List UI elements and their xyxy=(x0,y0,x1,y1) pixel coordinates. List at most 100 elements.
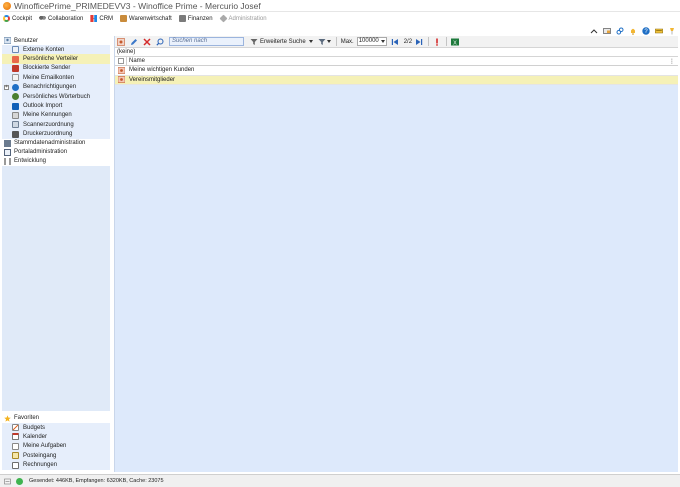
dictionary-icon xyxy=(12,93,19,101)
sidebar-item-label: Benachrichtigungen xyxy=(23,84,77,91)
edit-pencil-icon[interactable] xyxy=(130,38,138,46)
row-name: Vereinsmitglieder xyxy=(129,76,176,83)
sidebar-item-druckerzuordnung[interactable]: Druckerzuordnung xyxy=(2,130,110,139)
menu-administration[interactable]: Administration xyxy=(219,14,267,23)
menu-crm-label: CRM xyxy=(99,15,114,22)
chart-icon xyxy=(12,424,19,432)
external-accounts-icon xyxy=(12,46,19,54)
first-page-icon[interactable] xyxy=(391,38,399,46)
new-record-icon[interactable] xyxy=(117,37,125,46)
bell-icon[interactable] xyxy=(629,27,637,35)
administration-icon xyxy=(219,14,227,23)
last-page-icon[interactable] xyxy=(415,38,423,46)
pin-icon[interactable] xyxy=(668,27,676,35)
tasks-icon xyxy=(12,442,19,450)
group-benutzer[interactable]: Benutzer xyxy=(2,36,110,45)
info-icon xyxy=(12,83,19,91)
sidebar-item-meine-emailkonten[interactable]: Meine Emailkonten xyxy=(2,73,110,82)
collaboration-icon xyxy=(39,15,47,22)
advanced-search-button[interactable]: Erweiterte Suche xyxy=(260,39,306,45)
filter-row[interactable]: (keine) xyxy=(115,48,678,57)
group-label: Portaladministration xyxy=(14,149,68,156)
link-icon[interactable] xyxy=(616,27,624,35)
monitor-icon xyxy=(4,148,11,156)
expand-toggle[interactable]: + xyxy=(4,84,9,90)
menu-collaboration-label: Collaboration xyxy=(48,15,84,22)
group-portaladministration[interactable]: Portaladministration xyxy=(2,148,110,157)
favoriten-items: Budgets Kalender Meine Aufgaben Posteing… xyxy=(2,422,110,470)
sidebar-item-label: Persönliche Verteiler xyxy=(23,56,79,63)
favorite-item-posteingang[interactable]: Posteingang xyxy=(2,451,110,460)
favorite-item-label: Kalender xyxy=(23,433,48,440)
id-badge-icon xyxy=(12,111,19,119)
column-menu-icon[interactable]: ⋮ xyxy=(669,58,675,65)
cockpit-icon xyxy=(3,15,10,22)
navigation-empty-area xyxy=(2,165,110,411)
email-account-icon xyxy=(12,74,19,82)
crm-icon xyxy=(90,15,98,22)
menu-collaboration[interactable]: Collaboration xyxy=(39,15,83,22)
favorite-item-rechnungen[interactable]: Rechnungen xyxy=(2,460,110,469)
keyboard-icon[interactable] xyxy=(655,27,663,35)
benutzer-items: Externe Konten Persönliche Verteiler Blo… xyxy=(2,45,110,139)
menu-administration-label: Administration xyxy=(228,15,267,22)
master-data-icon xyxy=(4,139,11,147)
favorite-item-meine-aufgaben[interactable]: Meine Aufgaben xyxy=(2,442,110,451)
sidebar-item-externe-konten[interactable]: Externe Konten xyxy=(2,45,110,54)
menu-crm[interactable]: CRM xyxy=(90,15,113,22)
sync-icon[interactable] xyxy=(4,478,11,485)
chevron-down-icon[interactable] xyxy=(308,40,313,43)
exclamation-icon[interactable] xyxy=(433,38,441,46)
favorite-item-label: Rechnungen xyxy=(23,462,58,469)
group-entwicklung[interactable]: Entwicklung xyxy=(2,157,110,166)
inbox-icon xyxy=(12,452,19,460)
sidebar-item-outlook-import[interactable]: Outlook Import xyxy=(2,101,110,110)
help-icon[interactable]: ? xyxy=(642,27,650,35)
user-group-icon xyxy=(3,37,12,44)
column-header-name[interactable]: Name xyxy=(127,58,145,64)
sidebar-item-benachrichtigungen[interactable]: + Benachrichtigungen xyxy=(2,83,110,92)
toolbar-divider xyxy=(428,37,430,46)
screenshot-icon[interactable] xyxy=(603,27,611,35)
outlook-icon xyxy=(12,102,19,110)
table-row[interactable]: Vereinsmitglieder xyxy=(115,75,678,85)
warenwirtschaft-icon xyxy=(120,15,128,22)
group-stammdatenadministration[interactable]: Stammdatenadministration xyxy=(2,139,110,148)
sidebar-item-scannerzuordnung[interactable]: Scannerzuordnung xyxy=(2,120,110,129)
sidebar-item-blockierte-sender[interactable]: Blockierte Sender xyxy=(2,64,110,73)
max-label: Max. xyxy=(340,38,354,45)
table-row[interactable]: Meine wichtigen Kunden xyxy=(115,66,678,76)
excel-export-icon[interactable]: X xyxy=(451,38,460,46)
chevron-down-icon[interactable] xyxy=(326,40,331,43)
filter-icon[interactable] xyxy=(318,38,326,46)
group-favoriten[interactable]: Favoriten xyxy=(2,414,110,423)
search-input[interactable]: Suchen nach xyxy=(169,37,244,46)
chevron-up-icon[interactable] xyxy=(590,27,598,35)
window-title: WinofficePrime_PRIMEDEVV3 - Winoffice Pr… xyxy=(14,0,261,11)
menu-warenwirtschaft[interactable]: Warenwirtschaft xyxy=(120,15,172,22)
sidebar-item-label: Outlook Import xyxy=(23,103,63,110)
menu-cockpit[interactable]: Cockpit xyxy=(3,15,32,22)
sidebar-item-meine-kennungen[interactable]: Meine Kennungen xyxy=(2,111,110,120)
distribution-list-icon xyxy=(12,55,19,63)
sidebar-item-label: Blockierte Sender xyxy=(23,65,71,72)
utility-icons: ? xyxy=(585,26,676,36)
search-icon[interactable] xyxy=(156,38,164,46)
delete-icon[interactable] xyxy=(143,37,151,46)
blocked-sender-icon xyxy=(12,64,19,72)
menu-finanzen[interactable]: Finanzen xyxy=(178,15,213,22)
favorite-item-budgets[interactable]: Budgets xyxy=(2,423,110,432)
max-records-select[interactable]: 100000 xyxy=(356,37,387,46)
group-favoriten-label: Favoriten xyxy=(14,415,40,422)
sidebar-item-persoenliche-verteiler[interactable]: Persönliche Verteiler xyxy=(2,54,110,64)
module-menubar: Cockpit Collaboration CRM Warenwirtschaf… xyxy=(0,12,680,25)
page-indicator: 2/2 xyxy=(403,38,413,45)
advanced-search-icon xyxy=(250,38,258,46)
column-header-icon[interactable] xyxy=(115,56,127,66)
sidebar-item-label: Meine Emailkonten xyxy=(23,74,75,81)
group-label: Entwicklung xyxy=(14,158,47,165)
menu-finanzen-label: Finanzen xyxy=(187,15,213,22)
sidebar-item-persoenliches-woerterbuch[interactable]: Persönliches Wörterbuch xyxy=(2,92,110,101)
favorite-item-kalender[interactable]: Kalender xyxy=(2,432,110,441)
favorite-item-label: Budgets xyxy=(23,424,46,431)
